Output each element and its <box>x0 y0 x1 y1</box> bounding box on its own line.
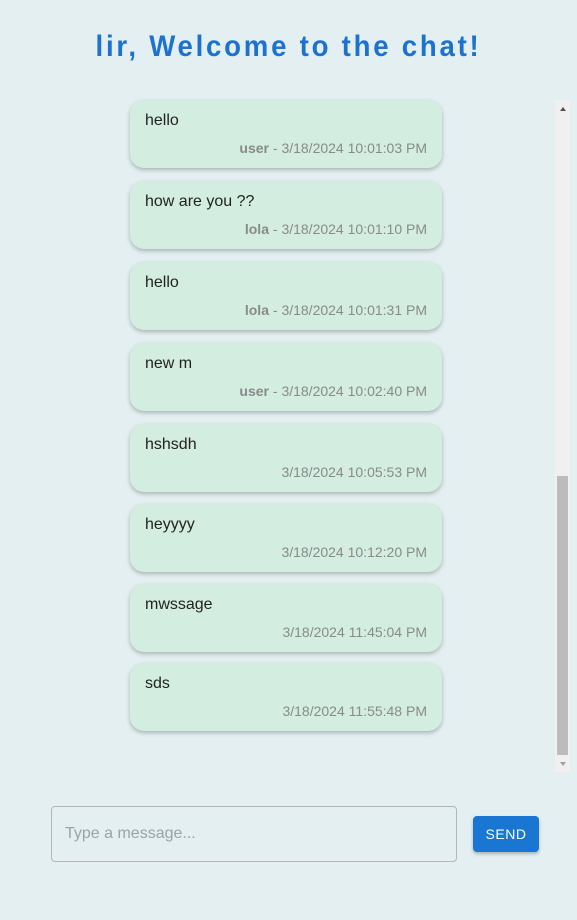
chat-window: lir, Welcome to the chat! hello user - 3… <box>0 0 577 920</box>
scrollbar-thumb[interactable] <box>557 476 568 755</box>
message-list: hello user - 3/18/2024 10:01:03 PM how a… <box>0 100 554 770</box>
message-text: hello <box>145 274 179 291</box>
scroll-down-arrow-icon[interactable] <box>555 755 570 772</box>
message-meta: user - 3/18/2024 10:01:03 PM <box>239 140 427 156</box>
message-timestamp: 3/18/2024 10:02:40 PM <box>281 383 427 399</box>
message-meta: user - 3/18/2024 10:02:40 PM <box>239 383 427 399</box>
message-bubble: how are you ?? lola - 3/18/2024 10:01:10… <box>130 181 442 249</box>
message-text: new m <box>145 355 193 372</box>
message-bubble: mwssage 3/18/2024 11:45:04 PM <box>130 584 442 652</box>
message-separator: - <box>268 140 282 156</box>
message-meta: 3/18/2024 10:12:20 PM <box>281 544 427 560</box>
message-author: lola <box>244 302 269 318</box>
message-meta: 3/18/2024 11:45:04 PM <box>282 624 427 640</box>
message-separator: - <box>268 302 282 318</box>
message-bubble: hshsdh 3/18/2024 10:05:53 PM <box>130 424 442 492</box>
message-meta: 3/18/2024 10:05:53 PM <box>281 464 427 480</box>
message-timestamp: 3/18/2024 11:55:48 PM <box>282 703 427 719</box>
message-input-field[interactable] <box>51 806 457 862</box>
message-bubble: new m user - 3/18/2024 10:02:40 PM <box>130 343 442 411</box>
message-timestamp: 3/18/2024 11:45:04 PM <box>282 624 427 640</box>
message-bubble: heyyyy 3/18/2024 10:12:20 PM <box>130 504 442 572</box>
message-separator: - <box>268 383 282 399</box>
scroll-up-arrow-icon[interactable] <box>555 100 570 117</box>
message-bubble: hello user - 3/18/2024 10:01:03 PM <box>130 100 442 168</box>
message-timestamp: 3/18/2024 10:05:53 PM <box>281 464 427 480</box>
message-author: user <box>239 383 269 399</box>
message-meta: 3/18/2024 11:55:48 PM <box>282 703 427 719</box>
message-timestamp: 3/18/2024 10:01:31 PM <box>281 302 427 318</box>
message-text: hshsdh <box>145 436 197 453</box>
message-separator: - <box>268 221 282 237</box>
message-list-scrollbar[interactable] <box>555 100 570 772</box>
message-timestamp: 3/18/2024 10:01:10 PM <box>281 221 427 237</box>
message-text: how are you ?? <box>145 193 255 210</box>
message-author: user <box>239 140 269 156</box>
message-bubble: hello lola - 3/18/2024 10:01:31 PM <box>130 262 442 330</box>
message-timestamp: 3/18/2024 10:12:20 PM <box>281 544 427 560</box>
message-meta: lola - 3/18/2024 10:01:10 PM <box>245 221 427 237</box>
message-input[interactable] <box>52 807 456 861</box>
message-meta: lola - 3/18/2024 10:01:31 PM <box>245 302 427 318</box>
message-text: mwssage <box>145 596 213 613</box>
message-author: lola <box>244 221 269 237</box>
message-timestamp: 3/18/2024 10:01:03 PM <box>281 140 427 156</box>
send-button[interactable]: SEND <box>473 816 539 852</box>
message-text: heyyyy <box>145 516 195 533</box>
page-title: lir, Welcome to the chat! <box>95 30 482 63</box>
message-bubble: sds 3/18/2024 11:55:48 PM <box>130 663 442 731</box>
message-text: hello <box>145 112 179 129</box>
message-text: sds <box>145 675 170 692</box>
